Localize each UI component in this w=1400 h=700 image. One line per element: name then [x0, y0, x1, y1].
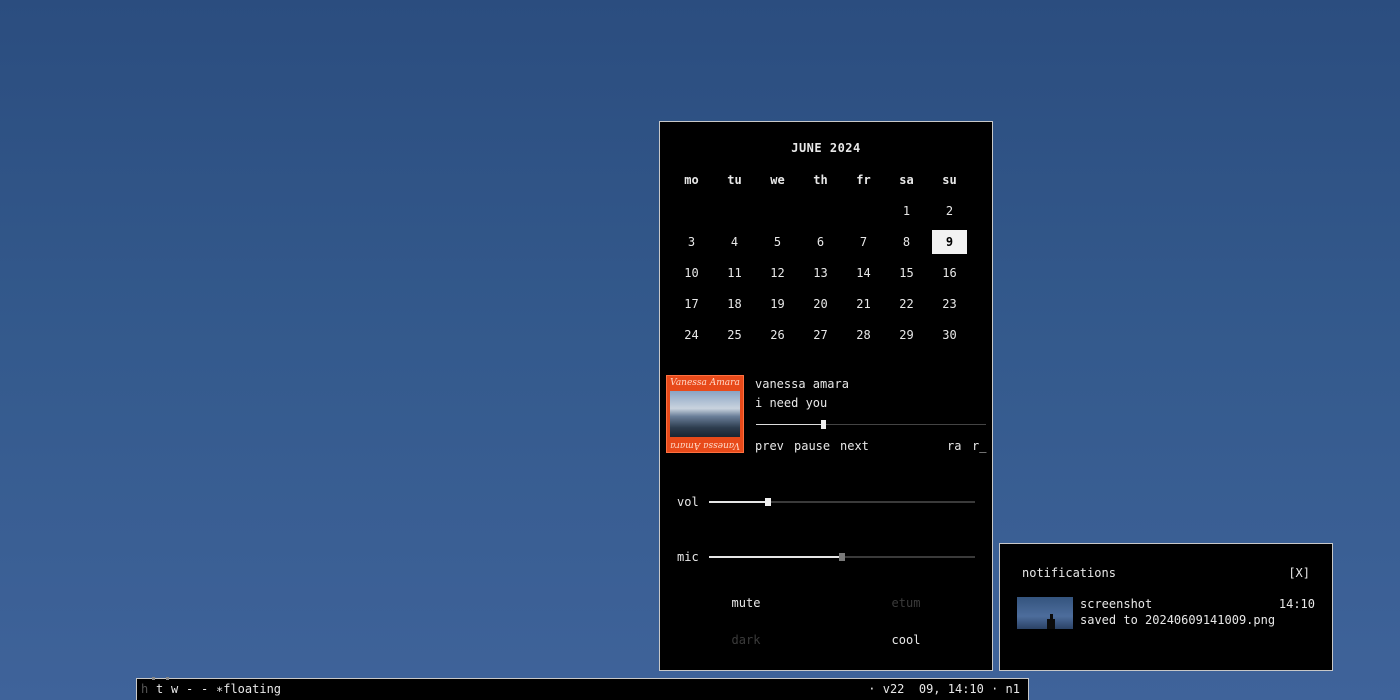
volume-slider-handle[interactable] — [764, 498, 771, 506]
calendar-day[interactable]: 27 — [803, 323, 838, 347]
track-artist: vanessa amara — [755, 377, 849, 391]
workspace-w[interactable]: w — [171, 682, 178, 696]
volume-label: vol — [677, 495, 699, 509]
cool-toggle[interactable]: cool — [866, 633, 946, 647]
calendar-day[interactable]: 28 — [846, 323, 881, 347]
calendar-weekday-row: mo tu we th fr sa su — [670, 164, 984, 195]
calendar-empty-cell — [674, 199, 709, 223]
calendar-day[interactable]: 25 — [717, 323, 752, 347]
dark-mode-toggle[interactable]: dark — [706, 633, 786, 647]
mic-label: mic — [677, 550, 699, 564]
calendar-day[interactable]: 19 — [760, 292, 795, 316]
seek-bar[interactable] — [756, 420, 986, 429]
calendar-day[interactable]: 23 — [932, 292, 967, 316]
calendar-grid: mo tu we th fr sa su 1 2 3 4 5 6 7 8 9 10 11 12 13 14 15 16 17… — [670, 164, 984, 350]
random-button[interactable]: ra — [947, 439, 961, 453]
calendar-title: JUNE 2024 — [791, 141, 861, 155]
pause-button[interactable]: pause — [794, 439, 830, 453]
calendar-day[interactable]: 3 — [674, 230, 709, 254]
album-art-text-bottom: Vanessa Amara — [670, 440, 740, 450]
layout-indicator[interactable]: ∗floating — [216, 682, 281, 696]
notification-body: saved to 20240609141009.png — [1080, 613, 1276, 627]
calendar-week-row: 12 — [670, 195, 984, 226]
calendar-week-row: 10 11 12 13 14 15 16 — [670, 257, 984, 288]
weekday-label: th — [813, 172, 828, 187]
weekday-label: fr — [856, 172, 871, 187]
calendar-day[interactable]: 2 — [932, 199, 967, 223]
mic-slider-fill — [709, 556, 842, 558]
notification-app: screenshot — [1080, 597, 1153, 611]
calendar-day[interactable]: 29 — [889, 323, 924, 347]
calendar-day[interactable]: 22 — [889, 292, 924, 316]
mic-slider-handle[interactable] — [839, 553, 845, 561]
calendar-day[interactable]: 18 — [717, 292, 752, 316]
notifications-title: notifications — [1022, 566, 1116, 580]
calendar-day[interactable]: 7 — [846, 230, 881, 254]
notification-time: 14:10 — [1278, 597, 1315, 611]
seek-bar-handle[interactable] — [820, 420, 826, 429]
layout-label: floating — [223, 682, 282, 696]
weekday-label: sa — [899, 172, 914, 187]
calendar-day[interactable]: 6 — [803, 230, 838, 254]
status-bar: h t w - - ∗floating · v22 09, 14:10 · n1 — [136, 677, 1029, 700]
calendar-empty-cell — [717, 199, 752, 223]
calendar-week-row: 3456789 — [670, 226, 984, 257]
volume-slider[interactable] — [709, 498, 975, 506]
calendar-day[interactable]: 17 — [674, 292, 709, 316]
prev-button[interactable]: prev — [755, 439, 784, 453]
notifications-close-button[interactable]: [X] — [1288, 566, 1310, 580]
workspace-dash-1[interactable]: - — [186, 682, 193, 696]
album-art-photo — [670, 391, 740, 437]
bar-status-text: · v22 09, 14:10 · n1 — [868, 682, 1020, 696]
calendar-day[interactable]: 5 — [760, 230, 795, 254]
calendar-day[interactable]: 21 — [846, 292, 881, 316]
calendar-day[interactable]: 24 — [674, 323, 709, 347]
calendar-day[interactable]: 15 — [889, 261, 924, 285]
workspace-dash-2[interactable]: - — [201, 682, 208, 696]
calendar-day[interactable]: 10 — [674, 261, 709, 285]
calendar-day[interactable]: 20 — [803, 292, 838, 316]
thumbnail-silhouette-top — [1050, 614, 1053, 619]
weekday-label: we — [770, 172, 785, 187]
calendar-day[interactable]: 26 — [760, 323, 795, 347]
calendar-week-row: 17 18 19 20 21 22 23 — [670, 288, 984, 319]
calendar-day[interactable]: 16 — [932, 261, 967, 285]
workspace-t[interactable]: t — [156, 682, 163, 696]
volume-slider-fill — [709, 501, 768, 503]
workspace-indicator-dot — [152, 677, 155, 680]
album-art-text-top: Vanessa Amara — [670, 378, 740, 388]
calendar-empty-cell — [760, 199, 795, 223]
mic-slider[interactable] — [709, 553, 975, 561]
weekday-label: tu — [727, 172, 742, 187]
calendar-day[interactable]: 1 — [889, 199, 924, 223]
calendar-empty-cell — [846, 199, 881, 223]
calendar-day[interactable]: 8 — [889, 230, 924, 254]
control-panel: JUNE 2024 mo tu we th fr sa su 1 2 3 4 5 6 7 8 9 10 11 12… — [659, 121, 993, 671]
workspace-h[interactable]: h — [141, 682, 148, 696]
mic-mute-toggle[interactable]: etum — [866, 596, 946, 610]
calendar-day[interactable]: 13 — [803, 261, 838, 285]
next-button[interactable]: next — [840, 439, 869, 453]
calendar-weeks: 1 2 3 4 5 6 7 8 9 10 11 12 13 14 15 16 17 18 19 20 21 22 23 24 2… — [670, 195, 984, 350]
weekday-label: mo — [684, 172, 699, 187]
calendar-day[interactable]: 4 — [717, 230, 752, 254]
calendar-day[interactable]: 12 — [760, 261, 795, 285]
album-art: Vanessa Amara Vanessa Amara — [666, 375, 744, 453]
workspace-indicator-dot — [166, 677, 169, 680]
repeat-button[interactable]: r_ — [972, 439, 986, 453]
calendar-week-row: 24 25 26 27 28 29 30 — [670, 319, 984, 350]
calendar-day[interactable]: 9 — [932, 229, 967, 254]
calendar-empty-cell — [803, 199, 838, 223]
notification-thumbnail[interactable] — [1017, 597, 1073, 629]
calendar-day[interactable]: 11 — [717, 261, 752, 285]
mute-toggle[interactable]: mute — [706, 596, 786, 610]
calendar-day[interactable]: 30 — [932, 323, 967, 347]
thumbnail-silhouette — [1047, 619, 1055, 629]
calendar-day[interactable]: 14 — [846, 261, 881, 285]
track-title: i need you — [755, 396, 828, 410]
seek-bar-fill — [756, 424, 823, 425]
notification-panel: notifications [X] screenshot 14:10 saved… — [999, 543, 1333, 671]
weekday-label: su — [942, 172, 957, 187]
